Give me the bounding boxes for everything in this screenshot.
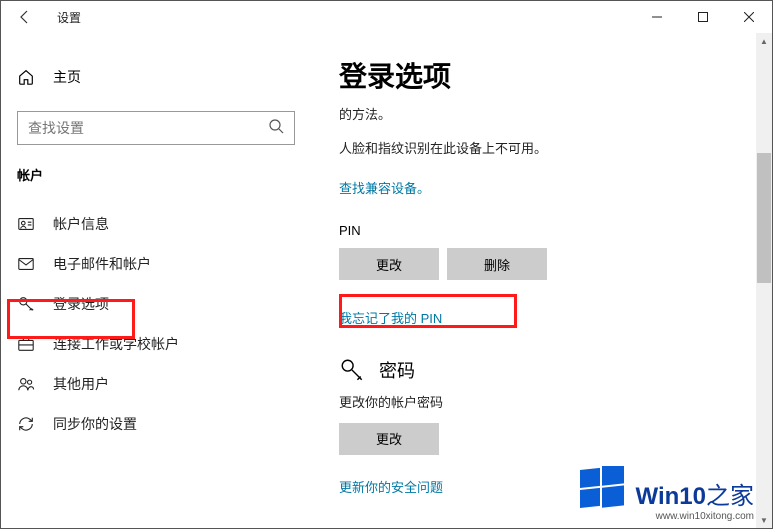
- watermark-brand-en: Win10: [636, 483, 706, 510]
- fragment-text: 的方法。: [339, 105, 752, 125]
- watermark-url: www.win10xitong.com: [636, 511, 754, 522]
- scroll-up-icon[interactable]: ▲: [756, 33, 772, 49]
- biometric-message: 人脸和指纹识别在此设备上不可用。: [339, 139, 752, 159]
- scrollbar-thumb[interactable]: [757, 153, 771, 283]
- password-change-button[interactable]: 更改: [339, 423, 439, 455]
- sync-icon: [17, 415, 35, 433]
- key-icon: [339, 357, 365, 383]
- nav-label: 电子邮件和帐户: [53, 254, 151, 274]
- sidebar-item-sync[interactable]: 同步你的设置: [1, 404, 311, 444]
- sidebar-item-home[interactable]: 主页: [1, 61, 311, 93]
- page-title: 登录选项: [339, 55, 752, 95]
- watermark-brand-zh: 之家: [706, 483, 754, 510]
- id-card-icon: [17, 215, 35, 233]
- pin-label: PIN: [339, 223, 752, 238]
- minimize-button[interactable]: [634, 1, 680, 33]
- compatible-devices-link[interactable]: 查找兼容设备。: [339, 178, 430, 197]
- search-input-wrap[interactable]: [17, 111, 295, 145]
- nav-label: 其他用户: [53, 374, 109, 394]
- pin-remove-button[interactable]: 删除: [447, 248, 547, 280]
- mail-icon: [17, 255, 35, 273]
- section-label: 帐户: [1, 165, 311, 204]
- nav-label: 帐户信息: [53, 214, 109, 234]
- briefcase-icon: [17, 335, 35, 353]
- search-icon: [268, 118, 284, 139]
- pin-change-button[interactable]: 更改: [339, 248, 439, 280]
- home-icon: [17, 68, 35, 86]
- windows-logo-icon: [580, 466, 624, 510]
- window-title: 设置: [49, 9, 81, 26]
- forgot-pin-link[interactable]: 我忘记了我的 PIN: [339, 308, 752, 327]
- maximize-button[interactable]: [680, 1, 726, 33]
- sidebar-item-email[interactable]: 电子邮件和帐户: [1, 244, 311, 284]
- sidebar-item-other-users[interactable]: 其他用户: [1, 364, 311, 404]
- password-desc: 更改你的帐户密码: [339, 393, 752, 413]
- scroll-down-icon[interactable]: ▼: [756, 512, 772, 528]
- home-label: 主页: [53, 67, 81, 87]
- search-input[interactable]: [28, 120, 268, 136]
- key-icon: [17, 295, 35, 313]
- close-button[interactable]: [726, 1, 772, 33]
- password-heading: 密码: [379, 357, 415, 383]
- nav-label: 连接工作或学校帐户: [53, 334, 179, 354]
- sidebar-item-work-school[interactable]: 连接工作或学校帐户: [1, 324, 311, 364]
- users-icon: [17, 375, 35, 393]
- sidebar-item-signin-options[interactable]: 登录选项: [1, 284, 311, 324]
- nav-label: 登录选项: [53, 294, 109, 314]
- back-button[interactable]: [1, 1, 49, 33]
- sidebar-item-account-info[interactable]: 帐户信息: [1, 204, 311, 244]
- scrollbar[interactable]: ▲ ▼: [756, 33, 772, 528]
- watermark: Win10之家 www.win10xitong.com: [636, 476, 754, 522]
- nav-label: 同步你的设置: [53, 414, 137, 434]
